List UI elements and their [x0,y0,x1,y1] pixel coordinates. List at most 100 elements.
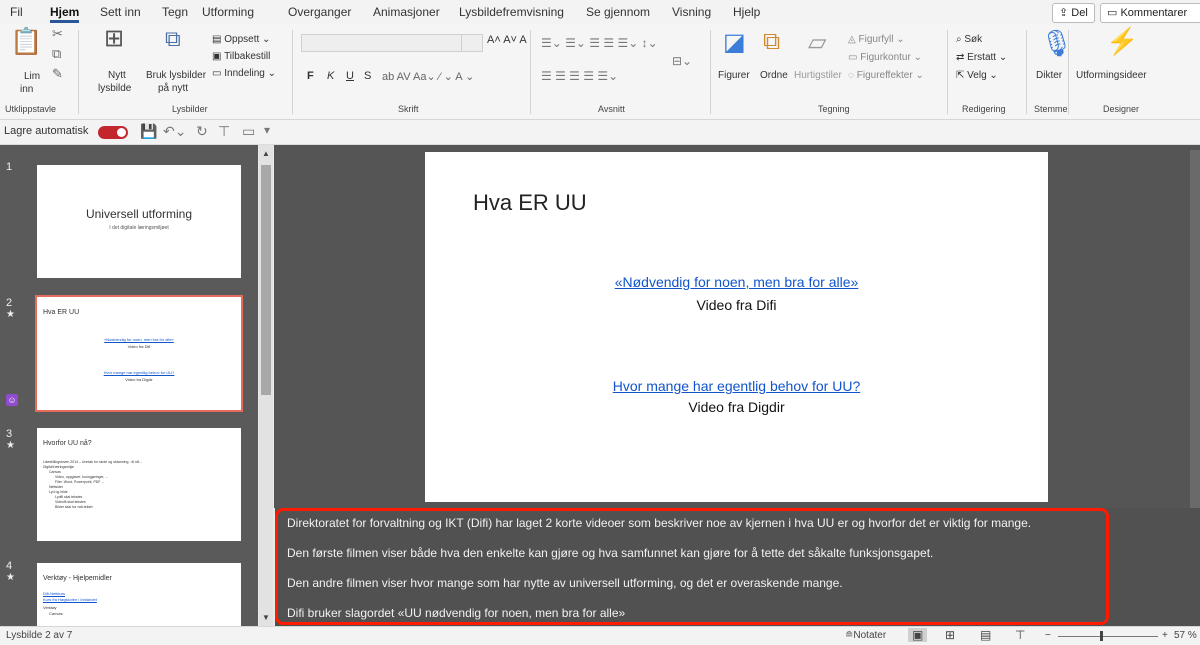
share-button[interactable]: ⇪ Del [1052,3,1095,23]
zoom-level[interactable]: 57 % [1174,630,1197,641]
arrange-icon[interactable]: ⧉ [763,28,780,56]
reuse-slides-label-2[interactable]: på nytt [158,83,188,94]
font-name-input[interactable] [301,34,463,52]
reuse-slides-icon[interactable]: ⧉ [165,26,181,52]
tab-view[interactable]: Visning [672,5,711,19]
current-slide[interactable]: Hva ER UU «Nødvendig for noen, men bra f… [425,152,1048,502]
paste-icon[interactable]: 📋 [10,26,42,57]
touch-mode-icon[interactable]: ▭ [242,123,255,140]
thumbnail-slide-1[interactable]: Universell utforming I det digitale læri… [37,165,241,278]
section-button[interactable]: ▭ Inndeling ⌄ [212,68,276,79]
reuse-slides-label[interactable]: Bruk lysbilder [146,70,206,81]
thumbnail-slide-4[interactable]: Verktøy - Hjelpemidler Difi-Nettkurs Kur… [37,563,241,626]
list-buttons[interactable]: ☰⌄ ☰⌄ ☰ ☰ ☰⌄ ↕⌄ [541,36,658,50]
layout-button[interactable]: ▤ Oppsett ⌄ [212,34,270,45]
tab-review[interactable]: Se gjennom [586,5,650,19]
underline-button[interactable]: U [346,70,354,82]
note-line[interactable]: Den andre filmen viser hvor mange som ha… [287,576,843,590]
bold-button[interactable]: F [307,70,314,82]
zoom-in-icon[interactable]: + [1162,630,1168,641]
tab-file[interactable]: Fil [10,5,23,19]
tab-help[interactable]: Hjelp [733,5,760,19]
shadow-button[interactable]: S [364,70,371,82]
slide-link[interactable]: «Nødvendig for noen, men bra for alle» [615,274,859,290]
note-line[interactable]: Direktoratet for forvaltning og IKT (Dif… [287,516,1031,530]
char-format-buttons[interactable]: ab AV Aa⌄ ⁄ ⌄ A ⌄ [382,70,474,83]
tab-animations[interactable]: Animasjoner [373,5,440,19]
quick-styles-icon[interactable]: ▱ [808,28,826,57]
replace-button[interactable]: ⇄ Erstatt ⌄ [956,52,1007,63]
thumb-link: «Nødvendig for noen, men bra for alle» [104,337,174,342]
reset-button[interactable]: ▣ Tilbakestill [212,51,270,62]
note-line[interactable]: Difi bruker slagordet «UU nødvendig for … [287,606,625,620]
shape-outline-button[interactable]: ▭ Figurkontur ⌄ [848,52,922,63]
tab-insert[interactable]: Sett inn [100,5,141,19]
quick-access-toolbar: Lagre automatisk 💾 ↶⌄ ↻ ⊤ ▭ ▾ [0,120,1200,145]
normal-view-icon[interactable]: ▣ [908,628,928,642]
find-button[interactable]: ⌕ Søk [956,34,982,45]
italic-button[interactable]: K [327,70,334,82]
tab-slideshow[interactable]: Lysbildefremvisning [459,5,564,19]
arrange-label[interactable]: Ordne [760,70,788,81]
slide-link[interactable]: Hvor mange har egentlig behov for UU? [613,378,860,394]
scroll-up-icon[interactable]: ▲ [261,149,271,159]
comments-button[interactable]: ▭ Kommentarer [1100,3,1200,23]
tab-transitions[interactable]: Overganger [288,5,351,19]
reading-view-icon[interactable]: ▤ [980,628,991,642]
thumbnail-slide-2[interactable]: Hva ER UU «Nødvendig for noen, men bra f… [35,295,243,412]
paragraph-group-label: Avsnitt [598,104,625,114]
new-slide-icon[interactable]: ⊞ [104,24,124,53]
select-button[interactable]: ⇱ Velg ⌄ [956,70,998,81]
tab-home[interactable]: Hjem [50,5,80,23]
separator [78,30,79,114]
align-buttons[interactable]: ☰ ☰ ☰ ☰ ☰⌄ [541,69,618,83]
autosave-toggle[interactable] [98,126,128,139]
font-size-input[interactable] [461,34,483,52]
editor-scrollbar[interactable] [1190,150,1200,508]
slideshow-icon[interactable]: ⊤ [1015,628,1025,642]
scrollbar-thumb[interactable] [261,165,271,395]
paste-label-2[interactable]: inn [20,84,33,95]
new-slide-label-2[interactable]: lysbilde [98,83,131,94]
note-line[interactable]: Den første filmen viser både hva den enk… [287,546,933,560]
tab-draw[interactable]: Tegn [162,5,188,19]
quick-styles-label[interactable]: Hurtigstiler [794,70,842,81]
format-painter-icon[interactable]: ✎ [52,66,63,82]
thumbnails-scrollbar[interactable]: ▲ ▼ [259,145,273,626]
copy-icon[interactable]: ⧉ [52,46,61,62]
designer-ideas-icon[interactable]: ⚡ [1106,26,1138,57]
dictate-label[interactable]: Dikter [1036,70,1062,81]
designer-ideas-label[interactable]: Utformingsideer [1076,70,1147,81]
present-icon[interactable]: ⊤ [218,123,230,140]
zoom-out-icon[interactable]: − [1045,630,1051,641]
shape-effects-button[interactable]: ◌ Figureffekter ⌄ [848,70,924,81]
slide-title[interactable]: Hva ER UU [473,190,587,216]
effects-icon: ◌ [848,70,854,81]
thumbnail-slide-3[interactable]: Hvorfor UU nå? Likestillingsloven 2014 –… [37,428,241,541]
shape-fill-button[interactable]: ◬ Figurfyll ⌄ [848,34,905,45]
text-direction-button[interactable]: ⊟⌄ [672,54,692,68]
tab-design[interactable]: Utforming [202,5,254,19]
scroll-down-icon[interactable]: ▼ [261,613,271,623]
save-icon[interactable]: 💾 [140,123,157,140]
notes-toggle[interactable]: ≘Notater [845,630,886,641]
undo-icon[interactable]: ↶⌄ [163,123,186,140]
replace-icon: ⇄ [956,52,965,63]
shapes-icon[interactable]: ◪ [723,28,746,57]
cut-icon[interactable]: ✂ [52,26,63,42]
customize-qat-icon[interactable]: ▾ [264,123,270,137]
video-link-digdir[interactable]: Hvor mange har egentlig behov for UU? [425,378,1048,394]
new-slide-label[interactable]: Nytt [108,70,126,81]
redo-icon[interactable]: ↻ [196,123,208,140]
zoom-slider[interactable] [1058,636,1158,637]
separator [292,30,293,114]
paste-label[interactable]: Lim [24,71,40,82]
thumb-title: Hva ER UU [43,309,80,316]
comment-presence-icon[interactable]: ☺ [6,394,18,406]
animation-star-icon: ★ [6,572,15,583]
shapes-label[interactable]: Figurer [718,70,750,81]
font-size-buttons[interactable]: A˄ A˅ A [487,34,527,46]
video-link-difi[interactable]: «Nødvendig for noen, men bra for alle» [425,274,1048,290]
slide-sorter-icon[interactable]: ⊞ [945,628,955,642]
zoom-slider-thumb[interactable] [1100,631,1103,641]
